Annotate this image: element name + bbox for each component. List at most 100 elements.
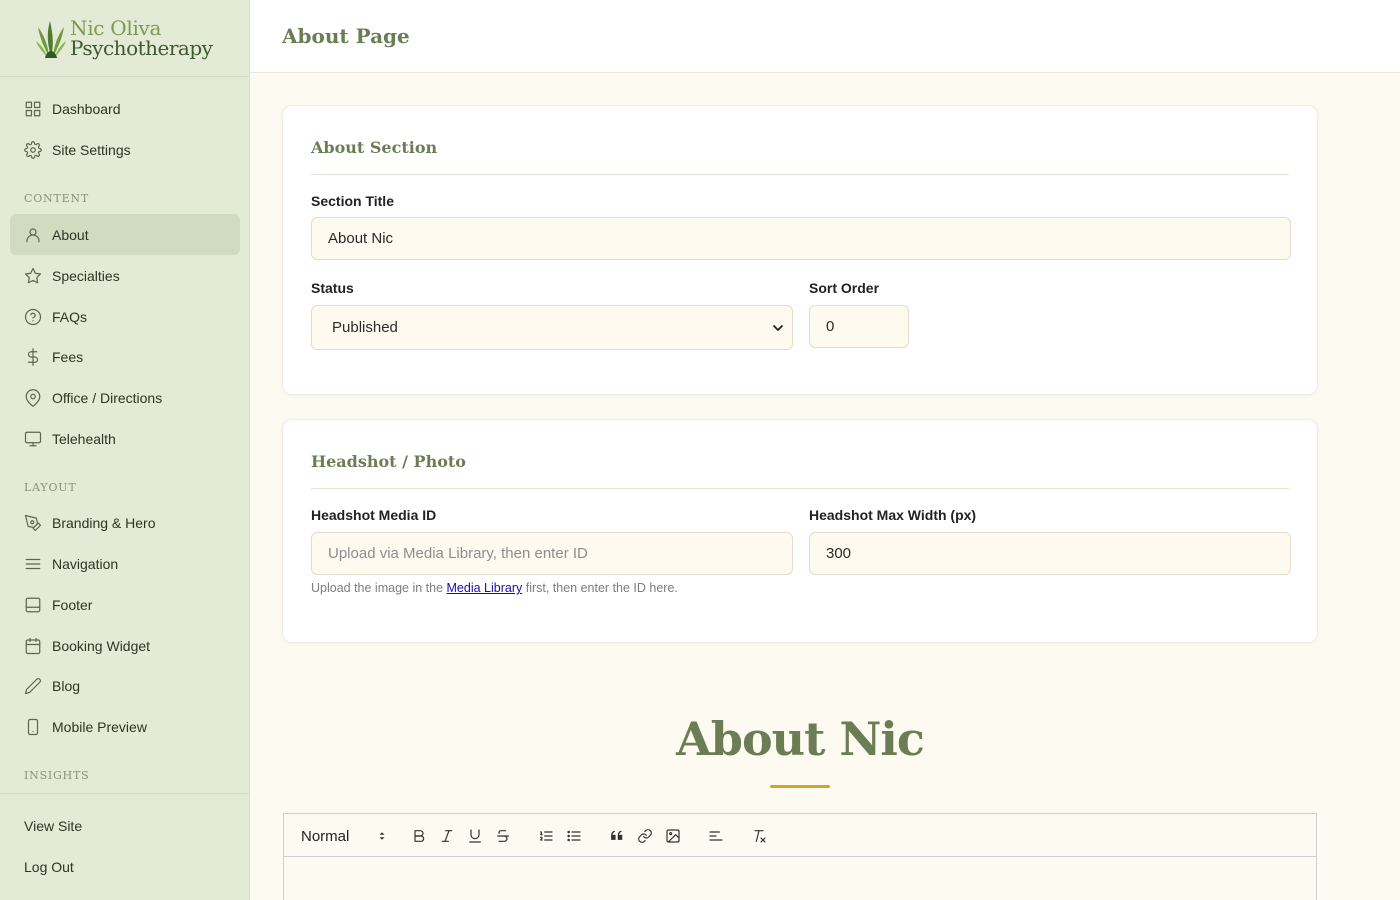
help-prefix: Upload the image in the (311, 581, 447, 595)
card-divider (311, 174, 1289, 175)
format-selected-value: Normal (301, 827, 350, 845)
sidebar-item-about[interactable]: About (10, 214, 240, 255)
preview-heading: About Nic (676, 712, 925, 766)
log-out-link[interactable]: Log Out (24, 859, 74, 875)
headshot-section-card: Headshot / Photo Headshot Media ID Uploa… (282, 419, 1318, 643)
media-library-link[interactable]: Media Library (447, 581, 523, 595)
calendar-icon (24, 637, 42, 655)
underline-icon (469, 829, 481, 843)
sidebar-item-label: Site Settings (52, 141, 131, 158)
sidebar-item-fees[interactable]: Fees (10, 336, 240, 377)
sort-arrows-icon (379, 832, 385, 840)
smartphone-icon (24, 718, 42, 736)
sort-order-input[interactable]: 0 (809, 305, 909, 348)
section-title-input[interactable]: About Nic (311, 217, 1291, 260)
sidebar-divider (0, 793, 249, 794)
align-left-icon (709, 831, 723, 841)
headshot-max-width-input[interactable]: 300 (809, 532, 1291, 575)
image-icon (666, 829, 680, 843)
sidebar-item-label: Specialties (52, 267, 120, 284)
sidebar-item-label: Office / Directions (52, 389, 163, 406)
sidebar-item-faqs[interactable]: FAQs (10, 296, 240, 337)
sidebar-item-navigation[interactable]: Navigation (10, 543, 240, 584)
italic-icon (441, 830, 453, 842)
preview-heading-underline (770, 785, 830, 788)
rich-text-editor: Normal (283, 813, 1317, 900)
status-label: Status (311, 280, 354, 296)
sidebar-item-label: Footer (52, 596, 93, 613)
map-pin-icon (24, 388, 42, 407)
section-heading-content: CONTENT (24, 192, 89, 205)
pencil-icon (24, 677, 42, 695)
underline-button[interactable] (466, 826, 484, 846)
view-site-link[interactable]: View Site (24, 818, 82, 834)
sidebar: Nic Oliva Psychotherapy Dashboard Site S… (0, 0, 250, 900)
italic-button[interactable] (438, 826, 456, 846)
strikethrough-button[interactable] (494, 826, 512, 846)
link-icon (638, 829, 652, 843)
section-heading-insights: INSIGHTS (24, 769, 90, 782)
headshot-media-id-label: Headshot Media ID (311, 507, 437, 523)
sidebar-item-label: Mobile Preview (52, 718, 147, 735)
bold-button[interactable] (410, 826, 428, 846)
status-selected-value: Published (332, 319, 398, 336)
sidebar-item-office-directions[interactable]: Office / Directions (10, 377, 240, 418)
sidebar-item-label: Branding & Hero (52, 514, 156, 531)
sidebar-item-label: About (52, 226, 89, 243)
sidebar-item-label: Booking Widget (52, 637, 151, 654)
blockquote-button[interactable] (608, 826, 626, 846)
sidebar-item-label: Blog (52, 677, 81, 694)
sidebar-item-booking-widget[interactable]: Booking Widget (10, 625, 240, 666)
bullet-list-icon (567, 830, 581, 842)
sidebar-item-blog[interactable]: Blog (10, 665, 240, 706)
quote-icon (611, 830, 623, 840)
sort-order-label: Sort Order (809, 280, 880, 296)
logo-leaf-icon (36, 21, 66, 58)
sidebar-item-telehealth[interactable]: Telehealth (10, 418, 240, 459)
user-icon (24, 226, 42, 244)
sidebar-item-label: Navigation (52, 555, 119, 572)
headshot-max-width-label: Headshot Max Width (px) (809, 507, 977, 523)
bold-icon (414, 830, 425, 842)
sidebar-item-label: Fees (52, 348, 84, 365)
format-select[interactable]: Normal (301, 826, 387, 846)
sidebar-item-site-settings[interactable]: Site Settings (10, 129, 240, 170)
headshot-help-text: Upload the image in the Media Library fi… (311, 581, 678, 595)
sidebar-item-mobile-preview[interactable]: Mobile Preview (10, 706, 240, 747)
card-title: Headshot / Photo (311, 452, 466, 471)
section-title-label: Section Title (311, 193, 394, 209)
headshot-media-id-input[interactable]: Upload via Media Library, then enter ID (311, 532, 793, 575)
clear-format-icon (754, 830, 766, 843)
gear-icon (24, 140, 42, 159)
page-title: About Page (282, 24, 410, 48)
sidebar-item-specialties[interactable]: Specialties (10, 255, 240, 296)
align-button[interactable] (707, 826, 725, 846)
bullet-list-button[interactable] (565, 826, 583, 846)
sidebar-item-label: Telehealth (52, 430, 116, 447)
clear-formatting-button[interactable] (750, 826, 768, 846)
question-circle-icon (24, 308, 42, 326)
sidebar-item-footer[interactable]: Footer (10, 584, 240, 625)
page-header: About Page (250, 0, 1400, 73)
editor-content-area[interactable] (284, 857, 1316, 900)
strikethrough-icon (497, 830, 509, 842)
help-suffix: first, then enter the ID here. (522, 581, 678, 595)
footer-panel-icon (24, 596, 42, 614)
pen-tool-icon (24, 514, 42, 532)
link-button[interactable] (636, 826, 654, 846)
sidebar-item-dashboard[interactable]: Dashboard (10, 88, 240, 129)
grid-icon (24, 100, 42, 118)
image-button[interactable] (664, 826, 682, 846)
monitor-icon (24, 430, 42, 448)
menu-icon (24, 555, 42, 573)
sidebar-item-label: FAQs (52, 308, 88, 325)
brand-name: Nic Oliva (70, 16, 162, 40)
ordered-list-icon (540, 831, 553, 841)
status-select[interactable]: Published (311, 305, 793, 350)
card-title: About Section (311, 138, 438, 157)
dollar-icon (24, 347, 42, 366)
ordered-list-button[interactable] (537, 826, 555, 846)
sidebar-item-branding-hero[interactable]: Branding & Hero (10, 502, 240, 543)
card-divider (311, 488, 1289, 489)
brand-logo[interactable]: Nic Oliva Psychotherapy (0, 0, 249, 77)
